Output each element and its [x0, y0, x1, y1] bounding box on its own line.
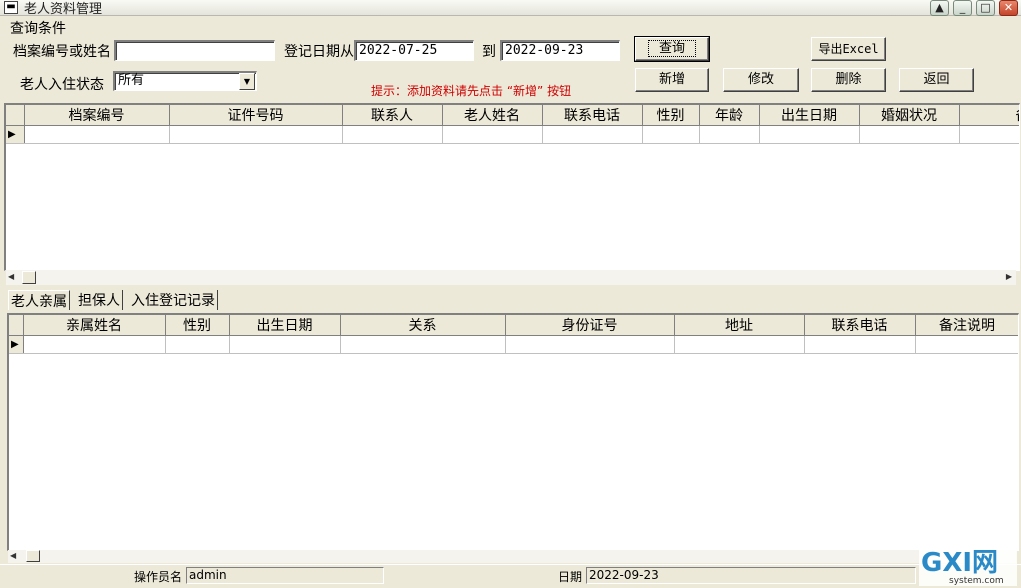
- date-from-input[interactable]: 2022-07-25: [354, 40, 474, 61]
- back-button[interactable]: 返回: [899, 68, 974, 92]
- column-header[interactable]: 关系: [340, 315, 506, 336]
- column-header[interactable]: 档案编号: [24, 105, 170, 126]
- delete-button[interactable]: 删除: [811, 68, 886, 92]
- column-header[interactable]: 联系电话: [542, 105, 643, 126]
- date-from-label: 登记日期从: [284, 44, 354, 60]
- column-header[interactable]: 年龄: [699, 105, 760, 126]
- tab-relatives[interactable]: 老人亲属: [8, 290, 70, 310]
- column-header[interactable]: 性别: [642, 105, 700, 126]
- column-header[interactable]: 婚姻状况: [859, 105, 960, 126]
- corner-cell: [9, 315, 24, 336]
- date-to-label: 到: [482, 44, 496, 60]
- query-button-label: 查询: [647, 40, 696, 57]
- elder-records-grid[interactable]: 档案编号 证件号码 联系人 老人姓名 联系电话 性别 年龄 出生日期 婚姻状况 …: [4, 103, 1020, 271]
- query-group-label: 查询条件: [10, 21, 66, 37]
- status-label: 老人入住状态: [20, 77, 104, 93]
- window-title: 老人资料管理: [24, 2, 103, 17]
- date-to-input[interactable]: 2022-09-23: [500, 40, 620, 61]
- column-header[interactable]: 备注说明: [915, 315, 1018, 336]
- column-header[interactable]: 老人姓名: [442, 105, 543, 126]
- id-or-name-input[interactable]: [114, 40, 275, 61]
- table-row[interactable]: ▶: [9, 335, 1018, 354]
- maximize-button[interactable]: □: [976, 0, 995, 16]
- minimize-button[interactable]: _: [953, 0, 972, 16]
- scroll-left-icon[interactable]: ◀: [8, 272, 14, 281]
- date-label: 日期: [558, 570, 583, 584]
- add-hint-text: 提示：添加资料请先点击 “新增” 按钮: [371, 84, 572, 98]
- row-indicator-icon: ▶: [6, 125, 25, 144]
- status-bar: 操作员名 admin 日期 2022-09-23: [0, 564, 1021, 588]
- column-header[interactable]: 出生日期: [229, 315, 341, 336]
- export-excel-button[interactable]: 导出Excel: [811, 37, 886, 61]
- date-value: 2022-09-23: [586, 567, 916, 584]
- column-header[interactable]: 性别: [165, 315, 230, 336]
- tab-guarantor[interactable]: 担保人: [76, 290, 123, 310]
- scroll-left-icon[interactable]: ◀: [10, 551, 16, 560]
- chevron-down-icon[interactable]: ▼: [239, 73, 255, 90]
- main-grid-header: 档案编号 证件号码 联系人 老人姓名 联系电话 性别 年龄 出生日期 婚姻状况 …: [6, 105, 1019, 126]
- operator-label: 操作员名: [134, 570, 183, 584]
- column-header[interactable]: 身份证号: [505, 315, 675, 336]
- relatives-grid[interactable]: 亲属姓名 性别 出生日期 关系 身份证号 地址 联系电话 备注说明 ▶: [7, 313, 1019, 551]
- sub-grid-header: 亲属姓名 性别 出生日期 关系 身份证号 地址 联系电话 备注说明: [9, 315, 1018, 336]
- column-header[interactable]: 联系电话: [804, 315, 916, 336]
- scroll-right-icon[interactable]: ▶: [1006, 272, 1012, 281]
- main-grid-hscrollbar[interactable]: ◀ ▶: [6, 270, 1016, 285]
- column-header[interactable]: 备注: [959, 105, 1019, 126]
- site-watermark-logo: GXI网 system.com: [919, 546, 1017, 586]
- edit-button[interactable]: 修改: [723, 68, 799, 92]
- system-menu-icon[interactable]: ▬: [4, 1, 18, 14]
- column-header[interactable]: 联系人: [342, 105, 443, 126]
- id-or-name-label: 档案编号或姓名: [13, 44, 111, 60]
- row-indicator-icon: ▶: [9, 335, 24, 354]
- sub-grid-hscrollbar[interactable]: ◀: [8, 550, 1016, 563]
- column-header[interactable]: 亲属姓名: [23, 315, 166, 336]
- tab-checkin-records[interactable]: 入住登记记录: [129, 290, 218, 310]
- corner-cell: [6, 105, 25, 126]
- status-select[interactable]: 所有 ▼: [113, 71, 257, 91]
- column-header[interactable]: 地址: [674, 315, 805, 336]
- svg-text:system.com: system.com: [949, 576, 1004, 586]
- help-button[interactable]: ▲: [930, 0, 949, 16]
- column-header[interactable]: 出生日期: [759, 105, 860, 126]
- operator-value: admin: [186, 567, 384, 584]
- column-header[interactable]: 证件号码: [169, 105, 343, 126]
- query-button[interactable]: 查询: [634, 36, 710, 62]
- status-select-value: 所有: [118, 73, 145, 88]
- close-button[interactable]: ✕: [999, 0, 1018, 16]
- add-button[interactable]: 新增: [635, 68, 709, 92]
- scroll-thumb[interactable]: [22, 271, 36, 284]
- table-row[interactable]: ▶: [6, 125, 1019, 144]
- scroll-thumb[interactable]: [26, 550, 40, 562]
- svg-text:GXI网: GXI网: [921, 548, 998, 578]
- title-bar: ▬ 老人资料管理 ▲ _ □ ✕: [0, 0, 1021, 17]
